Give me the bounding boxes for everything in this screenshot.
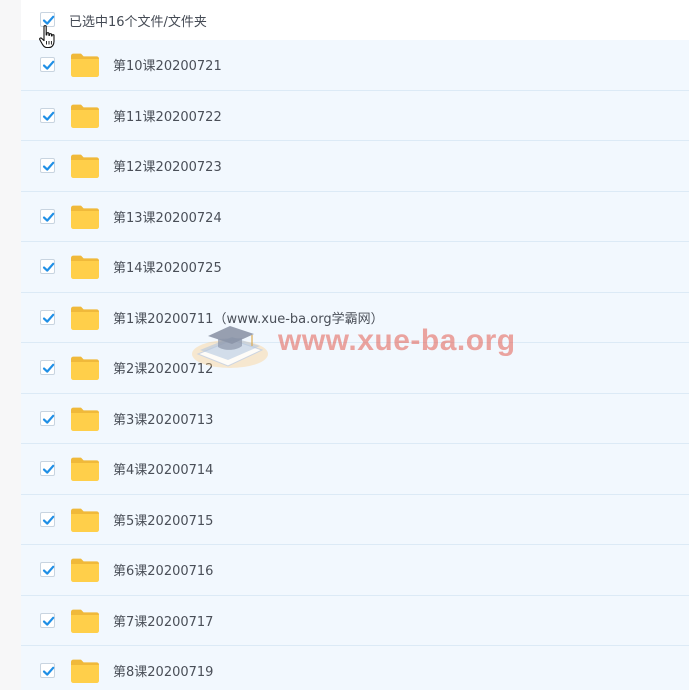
folder-name: 第7课20200717 — [113, 614, 214, 630]
folder-name: 第6课20200716 — [113, 564, 214, 579]
folder-icon — [71, 356, 99, 380]
folder-name: 第3课20200713 — [113, 412, 214, 428]
folder-row[interactable]: 第7课20200717 — [21, 595, 689, 646]
selection-count-label: 已选中16个文件/文件夹 — [69, 15, 207, 30]
folder-icon — [71, 558, 99, 582]
folder-icon — [71, 609, 99, 633]
folder-name: 第1课20200711（www.xue-ba.org学霸网） — [113, 311, 384, 327]
checkmark-icon — [42, 212, 55, 222]
checkmark-icon — [42, 666, 55, 676]
checkmark-icon — [42, 464, 55, 474]
folder-icon — [71, 407, 99, 431]
row-checkbox[interactable] — [40, 612, 55, 628]
folder-row[interactable]: 第6课20200716 — [21, 545, 689, 596]
folder-name: 第5课20200715 — [113, 513, 214, 529]
folder-name: 第10课20200721 — [113, 59, 222, 74]
folder-name: 第4课20200714 — [113, 463, 214, 478]
checkmark-icon — [42, 414, 55, 424]
checkmark-icon — [42, 565, 55, 575]
folder-name: 第2课20200712 — [113, 362, 214, 377]
file-browser: 已选中16个文件/文件夹 第10课20200721 第11课20200722 第… — [0, 0, 689, 690]
checkmark-icon — [42, 161, 55, 171]
row-checkbox[interactable] — [40, 208, 55, 224]
folder-icon — [71, 508, 99, 532]
checkmark-icon — [42, 313, 55, 323]
file-list-panel: 已选中16个文件/文件夹 第10课20200721 第11课20200722 第… — [21, 0, 689, 690]
folder-icon — [71, 104, 99, 128]
checkmark-icon — [42, 111, 55, 121]
folder-name: 第8课20200719 — [113, 665, 214, 680]
checkmark-icon — [42, 363, 55, 373]
folder-icon — [71, 53, 99, 77]
row-checkbox[interactable] — [40, 57, 55, 72]
row-checkbox[interactable] — [40, 410, 55, 426]
folder-icon — [71, 306, 99, 330]
folder-row[interactable]: 第4课20200714 — [21, 444, 689, 495]
row-checkbox[interactable] — [40, 461, 55, 476]
folder-name: 第12课20200723 — [113, 160, 222, 175]
folder-icon — [71, 255, 99, 279]
selection-header: 已选中16个文件/文件夹 — [21, 0, 689, 49]
folder-name: 第13课20200724 — [113, 210, 222, 226]
left-gutter — [0, 0, 21, 690]
folder-icon — [71, 205, 99, 229]
folder-icon — [71, 154, 99, 178]
row-checkbox[interactable] — [40, 259, 55, 274]
row-checkbox[interactable] — [40, 562, 55, 577]
folder-row[interactable]: 第14课20200725 — [21, 242, 689, 293]
folder-row[interactable]: 第13课20200724 — [21, 191, 689, 242]
checkmark-icon — [42, 616, 55, 626]
folder-name: 第14课20200725 — [113, 261, 222, 276]
row-checkbox[interactable] — [40, 360, 55, 375]
row-checkbox[interactable] — [40, 107, 55, 123]
folder-name: 第11课20200722 — [113, 109, 222, 125]
row-checkbox[interactable] — [40, 158, 55, 173]
folder-row[interactable]: 第10课20200721 — [21, 40, 689, 91]
folder-icon — [71, 659, 99, 683]
row-checkbox[interactable] — [40, 663, 55, 678]
folder-row[interactable]: 第1课20200711（www.xue-ba.org学霸网） — [21, 292, 689, 343]
checkmark-icon — [42, 60, 55, 70]
folder-row[interactable]: 第5课20200715 — [21, 494, 689, 545]
checkmark-icon — [42, 262, 55, 272]
row-checkbox[interactable] — [40, 309, 55, 325]
folder-row[interactable]: 第8课20200719 — [21, 646, 689, 690]
folder-row[interactable]: 第3课20200713 — [21, 393, 689, 444]
row-checkbox[interactable] — [40, 511, 55, 527]
folder-row[interactable]: 第11课20200722 — [21, 90, 689, 141]
checkmark-icon — [42, 515, 55, 525]
hand-pointer-icon — [39, 25, 55, 49]
folder-row[interactable]: 第2课20200712 — [21, 343, 689, 394]
folder-icon — [71, 457, 99, 481]
folder-row[interactable]: 第12课20200723 — [21, 141, 689, 192]
folder-list: 第10课20200721 第11课20200722 第12课20200723 第… — [21, 40, 689, 690]
